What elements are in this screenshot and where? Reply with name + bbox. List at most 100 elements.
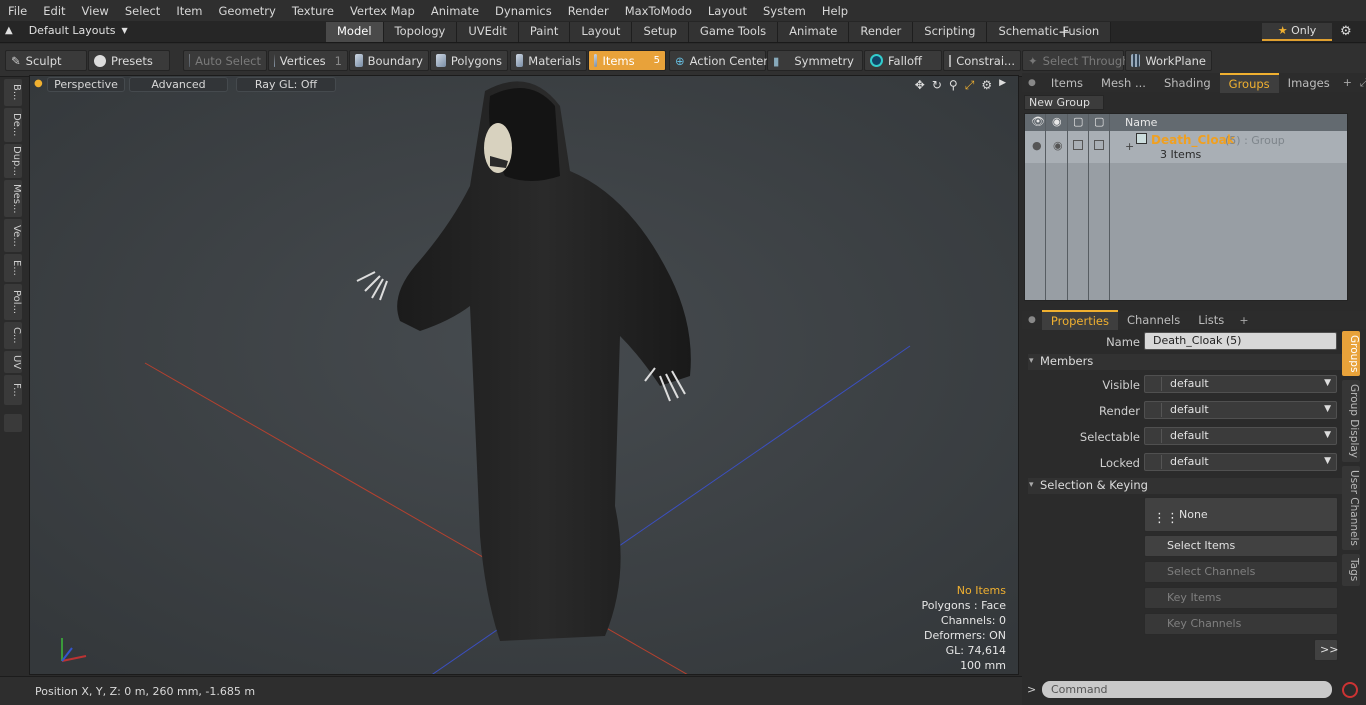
tab-schematic-fusion[interactable]: Schematic Fusion [987,22,1112,42]
eye-icon[interactable]: 👁 [1031,115,1045,128]
menu-item[interactable]: Item [168,4,210,18]
zoom-icon[interactable]: ⚲ [949,78,958,93]
perspective-dropdown[interactable]: Perspective [47,77,125,92]
none-button[interactable]: ⋮⋮ None [1144,497,1338,532]
tab-lists[interactable]: Lists [1189,311,1233,329]
name-column-header[interactable]: Name [1125,116,1157,129]
advanced-dropdown[interactable]: Advanced [129,77,228,92]
row-select-icon[interactable] [1073,140,1083,150]
side-tab-tags[interactable]: Tags [1342,554,1360,586]
left-tab-vertex[interactable]: Ve... [4,219,22,252]
record-icon[interactable] [1342,682,1358,698]
tab-channels[interactable]: Channels [1118,311,1189,329]
left-tab-basic[interactable]: B... [4,79,22,106]
viewport-3d[interactable]: ● Perspective Advanced Ray GL: Off ✥ ↻ ⚲… [29,75,1019,675]
tab-animate[interactable]: Animate [778,22,850,42]
group-name[interactable]: Death_Cloak [1151,133,1235,147]
tab-groups[interactable]: Groups [1219,72,1279,93]
menu-help[interactable]: Help [814,4,856,18]
menu-layout[interactable]: Layout [700,4,755,18]
raygl-toggle[interactable]: Ray GL: Off [236,77,336,92]
row-eye-icon[interactable]: ● [1032,139,1042,152]
auto-select-button[interactable]: Auto Select [183,50,267,71]
menu-file[interactable]: File [0,4,35,18]
select-channels-button[interactable]: Select Channels [1144,561,1338,583]
visible-select[interactable]: default ▼ [1144,375,1337,393]
workplane-button[interactable]: WorkPlane [1125,50,1212,71]
menu-geometry[interactable]: Geometry [211,4,284,18]
tab-items[interactable]: Items [1042,74,1092,92]
side-tab-user-channels[interactable]: User Channels [1342,466,1360,551]
action-center-button[interactable]: ⊕ Action Center [669,50,768,71]
boundary-button[interactable]: Boundary [349,50,429,71]
presets-button[interactable]: Presets [88,50,170,71]
menu-view[interactable]: View [74,4,117,18]
tab-setup[interactable]: Setup [632,22,689,42]
left-tab-uv[interactable]: UV [4,351,22,373]
render-select[interactable]: default ▼ [1144,401,1337,419]
name-field[interactable]: Death_Cloak (5) [1144,332,1337,350]
tab-scripting[interactable]: Scripting [913,22,988,42]
symmetry-button[interactable]: ▮ Symmetry [767,50,863,71]
expand-toggle-icon[interactable]: + [1125,140,1134,153]
left-tab-mesh[interactable]: Mes... [4,180,22,217]
menu-maxtomodo[interactable]: MaxToModo [617,4,700,18]
tab-shading[interactable]: Shading [1155,74,1220,92]
move-icon[interactable]: ✥ [915,78,925,93]
select-through-button[interactable]: ✦ Select Through [1022,50,1129,71]
gear-icon[interactable]: ⚙ [1340,24,1352,39]
materials-button[interactable]: Materials [510,50,587,71]
expand-icon[interactable]: ⤢ [1356,76,1366,90]
group-row[interactable]: ● ◉ + Death_Cloak (5) : Group 3 Items [1025,131,1347,163]
selection-keying-section[interactable]: Selection & Keying [1028,478,1342,494]
panel-dot-icon[interactable]: ● [1022,78,1042,88]
row-lock-icon[interactable] [1094,140,1104,150]
side-tab-group-display[interactable]: Group Display [1342,380,1360,463]
constraints-button[interactable]: Constrai... [943,50,1021,71]
menu-select[interactable]: Select [117,4,168,18]
falloff-button[interactable]: Falloff [864,50,942,71]
menu-system[interactable]: System [755,4,814,18]
menu-dynamics[interactable]: Dynamics [487,4,560,18]
menu-texture[interactable]: Texture [284,4,342,18]
tab-images[interactable]: Images [1279,74,1339,92]
rotate-icon[interactable]: ↻ [932,78,942,93]
render-icon[interactable]: ◉ [1052,115,1062,128]
tab-uvedit[interactable]: UVEdit [457,22,519,42]
tab-model[interactable]: Model [326,22,384,42]
prop-panel-dot-icon[interactable]: ● [1022,315,1042,325]
viewport-more-icon[interactable]: ▶ [999,78,1006,93]
menu-animate[interactable]: Animate [423,4,487,18]
layouts-dropdown[interactable]: ▲ Default Layouts ▼ [5,24,128,37]
selectable-select[interactable]: default ▼ [1144,427,1337,445]
locked-select[interactable]: default ▼ [1144,453,1337,471]
fit-icon[interactable]: ⤢ [965,78,975,93]
tab-mesh[interactable]: Mesh ... [1092,74,1155,92]
tab-topology[interactable]: Topology [383,22,458,42]
left-tab-polygon[interactable]: Pol... [4,284,22,320]
vertices-button[interactable]: Vertices 1 [268,50,348,71]
tab-layout[interactable]: Layout [570,22,633,42]
select-icon[interactable]: ▢ [1073,115,1083,128]
add-prop-tab-icon[interactable]: + [1233,314,1254,327]
viewport-gear-icon[interactable]: ⚙ [981,78,992,93]
left-tab-curve[interactable]: C... [4,322,22,349]
menu-render[interactable]: Render [560,4,617,18]
add-tab-icon[interactable]: + [1058,23,1071,41]
command-input[interactable]: Command [1042,681,1332,698]
left-tab-deform[interactable]: De... [4,108,22,142]
add-panel-tab-icon[interactable]: + [1339,76,1356,89]
only-toggle[interactable]: ★ Only [1262,23,1332,41]
tab-properties[interactable]: Properties [1041,310,1118,330]
new-group-button[interactable]: New Group [1024,95,1104,110]
left-tab-toggle[interactable] [4,414,22,432]
sculpt-button[interactable]: ✎ Sculpt [5,50,87,71]
left-tab-duplicate[interactable]: Dup... [4,144,22,178]
menu-vertex-map[interactable]: Vertex Map [342,4,423,18]
row-render-icon[interactable]: ◉ [1053,139,1063,152]
key-items-button[interactable]: Key Items [1144,587,1338,609]
viewport-menu-dot[interactable]: ● [34,78,43,89]
left-tab-edge[interactable]: E... [4,254,22,282]
lock-icon[interactable]: ▢ [1094,115,1104,128]
more-button[interactable]: >> [1314,639,1338,661]
